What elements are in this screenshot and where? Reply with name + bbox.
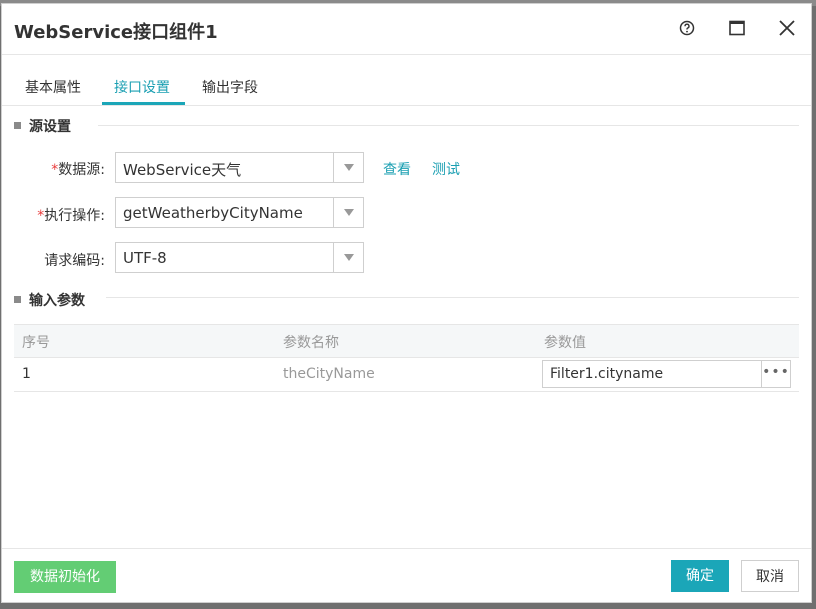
webservice-dialog: WebService接口组件1 基本属性 接口设置 输出字段 源设置 *数据源:… xyxy=(1,3,812,603)
tab-bar: 基本属性 接口设置 输出字段 xyxy=(2,55,811,106)
section-marker-icon xyxy=(14,296,21,303)
source-settings-heading: 源设置 xyxy=(14,116,71,136)
encoding-value: UTF-8 xyxy=(123,249,167,267)
input-params-heading: 输入参数 xyxy=(14,290,85,310)
test-link[interactable]: 测试 xyxy=(432,159,460,179)
chevron-down-icon[interactable] xyxy=(333,243,363,272)
chevron-down-icon[interactable] xyxy=(333,153,363,182)
datasource-select[interactable]: WebService天气 xyxy=(115,152,364,183)
data-init-button[interactable]: 数据初始化 xyxy=(14,561,116,593)
section-divider xyxy=(98,125,799,126)
view-link[interactable]: 查看 xyxy=(383,159,411,179)
column-header-name: 参数名称 xyxy=(283,335,339,351)
datasource-value: WebService天气 xyxy=(123,161,242,179)
help-icon[interactable] xyxy=(675,16,699,40)
datasource-label: *数据源: xyxy=(51,162,105,178)
encoding-label: 请求编码: xyxy=(44,253,105,269)
dialog-footer: 数据初始化 确定 取消 xyxy=(2,548,811,604)
close-icon[interactable] xyxy=(775,16,799,40)
param-value-input[interactable]: Filter1.cityname ••• xyxy=(542,360,791,388)
encoding-select[interactable]: UTF-8 xyxy=(115,242,364,273)
maximize-icon[interactable] xyxy=(725,16,749,40)
cancel-button[interactable]: 取消 xyxy=(741,560,799,592)
param-name: theCityName xyxy=(283,366,375,382)
input-params-title: 输入参数 xyxy=(29,293,85,309)
dialog-title: WebService接口组件1 xyxy=(14,22,218,43)
more-options-icon[interactable]: ••• xyxy=(761,361,790,387)
section-marker-icon xyxy=(14,122,21,129)
dialog-titlebar: WebService接口组件1 xyxy=(2,4,811,55)
row-index: 1 xyxy=(22,366,31,382)
column-header-index: 序号 xyxy=(22,335,50,351)
section-divider xyxy=(106,297,799,298)
param-value: Filter1.cityname xyxy=(550,366,664,382)
operation-value: getWeatherbyCityName xyxy=(123,204,303,222)
tab-interface-settings[interactable]: 接口设置 xyxy=(114,77,170,97)
params-table: 序号 参数名称 参数值 1 theCityName Filter1.cityna… xyxy=(14,324,799,392)
source-settings-title: 源设置 xyxy=(29,119,71,135)
table-header: 序号 参数名称 参数值 xyxy=(14,324,799,358)
active-tab-indicator xyxy=(102,102,185,105)
operation-label: *执行操作: xyxy=(37,208,105,224)
tab-basic-properties[interactable]: 基本属性 xyxy=(25,77,81,97)
ok-button[interactable]: 确定 xyxy=(671,560,729,592)
column-header-value: 参数值 xyxy=(544,335,586,351)
chevron-down-icon[interactable] xyxy=(333,198,363,227)
table-row[interactable]: 1 theCityName Filter1.cityname ••• xyxy=(14,358,799,392)
operation-select[interactable]: getWeatherbyCityName xyxy=(115,197,364,228)
tab-output-fields[interactable]: 输出字段 xyxy=(202,77,258,97)
